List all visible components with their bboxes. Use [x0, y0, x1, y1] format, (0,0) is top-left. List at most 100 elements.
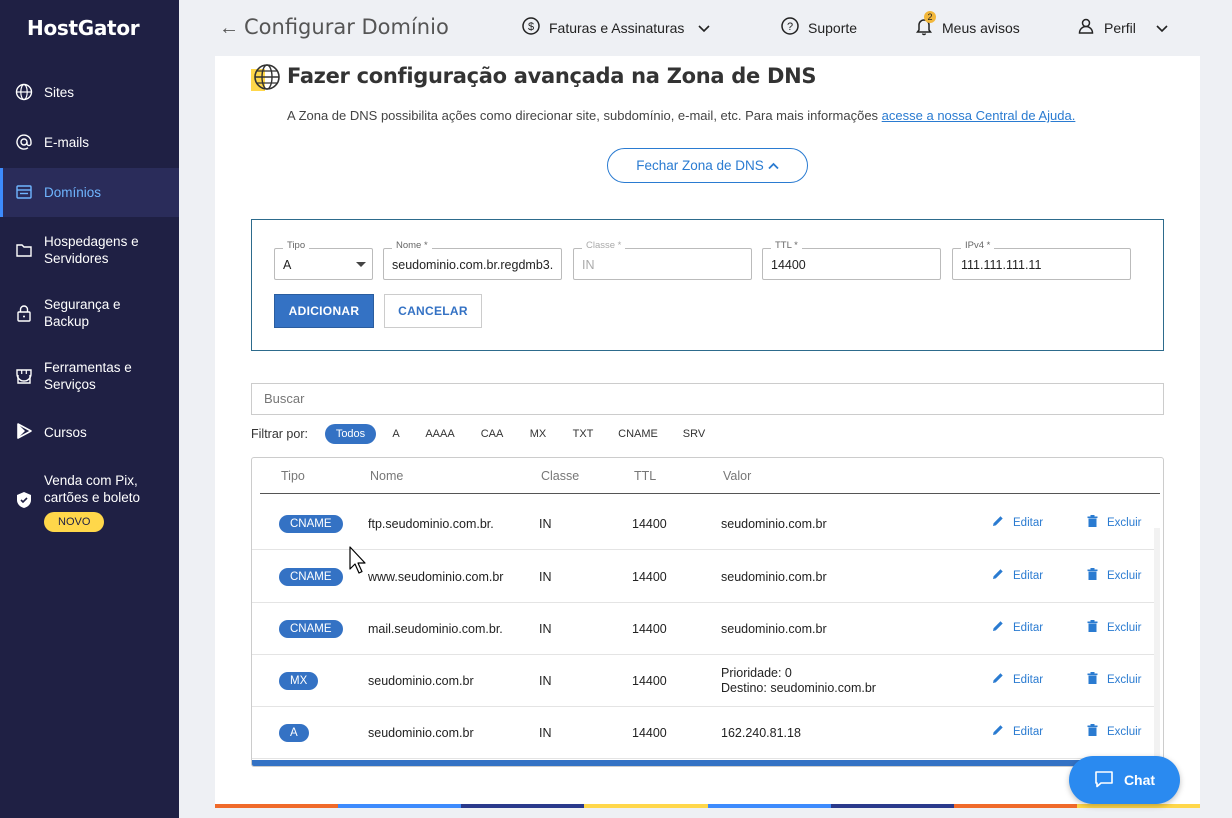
- filter-chip-txt[interactable]: TXT: [567, 424, 599, 444]
- filter-chip-todos[interactable]: Todos: [325, 424, 376, 444]
- ttl-label: TTL *: [771, 240, 802, 251]
- nome-input[interactable]: Nome * seudominio.com.br.regdmb3.: [383, 240, 562, 280]
- dns-records-table: Tipo Nome Classe TTL Valor CNAME ftp.seu…: [251, 457, 1164, 767]
- store-icon: [14, 366, 34, 386]
- delete-button[interactable]: Excluir: [1087, 620, 1142, 635]
- delete-button[interactable]: Excluir: [1087, 568, 1142, 583]
- filter-chip-cname[interactable]: CNAME: [613, 424, 663, 444]
- ipv4-value: 111.111.111.11: [961, 258, 1042, 272]
- profile-menu[interactable]: Perfil: [1076, 16, 1168, 39]
- globe-icon: [251, 63, 280, 91]
- table-row: CNAME ftp.seudominio.com.br. IN 14400 se…: [252, 498, 1156, 550]
- record-ttl: 14400: [632, 622, 667, 636]
- sidebar-item-dominios[interactable]: Domínios: [0, 168, 179, 217]
- sidebar-item-cursos[interactable]: Cursos: [0, 415, 179, 447]
- record-ttl: 14400: [632, 674, 667, 688]
- sidebar-item-label: Sites: [44, 85, 75, 100]
- record-class: IN: [539, 570, 552, 584]
- table-row: CNAME www.seudominio.com.br IN 14400 seu…: [252, 551, 1156, 603]
- chevron-down-icon: [698, 20, 710, 36]
- vertical-scrollbar[interactable]: [1154, 528, 1160, 766]
- classe-value: IN: [582, 258, 595, 272]
- mouse-pointer-icon: [349, 546, 369, 579]
- pencil-icon: [992, 515, 1004, 530]
- at-icon: [14, 132, 34, 152]
- notifications-link[interactable]: 2 Meus avisos: [914, 11, 1020, 39]
- edit-button[interactable]: Editar: [992, 568, 1043, 583]
- filter-chip-aaaa[interactable]: AAAA: [420, 424, 460, 444]
- close-dns-label: Fechar Zona de DNS: [636, 158, 764, 173]
- edit-label: Editar: [1013, 725, 1044, 738]
- sidebar-item-hospedagens[interactable]: Hospedagens e Servidores: [0, 230, 179, 270]
- trash-icon: [1087, 620, 1098, 635]
- dollar-icon: $: [521, 16, 541, 39]
- chat-button[interactable]: Chat: [1069, 756, 1180, 804]
- column-header-ttl: TTL: [634, 469, 657, 483]
- cancel-button[interactable]: CANCELAR: [384, 294, 482, 328]
- user-icon: [1076, 16, 1096, 39]
- filter-chip-srv[interactable]: SRV: [677, 424, 711, 444]
- filter-chip-mx[interactable]: MX: [523, 424, 553, 444]
- edit-button[interactable]: Editar: [992, 724, 1043, 739]
- delete-button[interactable]: Excluir: [1087, 515, 1142, 530]
- decorative-color-bar: [215, 804, 1200, 808]
- record-type-badge: CNAME: [279, 620, 343, 638]
- sidebar-item-sites[interactable]: Sites: [0, 76, 179, 108]
- delete-button[interactable]: Excluir: [1087, 672, 1142, 687]
- table-row: CNAME mail.seudominio.com.br. IN 14400 s…: [252, 603, 1156, 655]
- close-dns-zone-button[interactable]: Fechar Zona de DNS: [607, 148, 808, 183]
- hostgator-logo[interactable]: HostGator: [27, 16, 140, 40]
- horizontal-scrollbar[interactable]: [252, 760, 1163, 766]
- record-name: seudominio.com.br: [368, 674, 474, 688]
- record-name: ftp.seudominio.com.br.: [368, 517, 494, 531]
- sidebar-item-label: Venda com Pix, cartões e boleto: [44, 473, 141, 505]
- column-header-nome: Nome: [370, 469, 404, 483]
- record-name: www.seudominio.com.br: [368, 570, 504, 584]
- delete-label: Excluir: [1107, 673, 1142, 686]
- search-input[interactable]: Buscar: [251, 383, 1164, 415]
- support-link[interactable]: ? Suporte: [780, 16, 857, 39]
- mx-priority: Prioridade: 0: [721, 666, 792, 680]
- notification-count: 2: [924, 11, 936, 23]
- dns-zone-card: Fazer configuração avançada na Zona de D…: [215, 56, 1200, 808]
- ipv4-input[interactable]: IPv4 * 111.111.111.11: [952, 240, 1131, 280]
- edit-button[interactable]: Editar: [992, 672, 1043, 687]
- record-class: IN: [539, 726, 552, 740]
- edit-button[interactable]: Editar: [992, 515, 1043, 530]
- record-class: IN: [539, 674, 552, 688]
- pencil-icon: [992, 568, 1004, 583]
- filter-chip-caa[interactable]: CAA: [475, 424, 509, 444]
- dns-title: Fazer configuração avançada na Zona de D…: [287, 64, 817, 88]
- back-arrow-icon[interactable]: ←: [219, 17, 239, 40]
- record-class: IN: [539, 622, 552, 636]
- svg-text:$: $: [528, 21, 534, 33]
- domain-icon: [14, 182, 34, 202]
- billing-menu[interactable]: $ Faturas e Assinaturas: [521, 16, 710, 39]
- add-button[interactable]: ADICIONAR: [274, 294, 374, 328]
- filter-chip-a[interactable]: A: [386, 424, 406, 444]
- sidebar-item-seguranca[interactable]: Segurança e Backup: [0, 293, 179, 333]
- chevron-up-icon: [768, 158, 779, 173]
- tipo-select[interactable]: Tipo A: [274, 240, 373, 280]
- sidebar-item-label: E-mails: [44, 135, 90, 150]
- classe-label: Classe *: [582, 240, 626, 251]
- record-value: seudominio.com.br: [721, 622, 827, 636]
- record-type-badge: CNAME: [279, 515, 343, 533]
- column-header-classe: Classe: [541, 469, 580, 483]
- table-row: A seudominio.com.br IN 14400 162.240.81.…: [252, 707, 1156, 759]
- pencil-icon: [992, 620, 1004, 635]
- bell-icon: 2: [914, 11, 936, 39]
- edit-button[interactable]: Editar: [992, 620, 1043, 635]
- delete-button[interactable]: Excluir: [1087, 724, 1142, 739]
- sidebar-item-ferramentas[interactable]: Ferramentas e Serviços: [0, 356, 179, 396]
- record-name: seudominio.com.br: [368, 726, 474, 740]
- sidebar-item-emails[interactable]: E-mails: [0, 126, 179, 158]
- record-type-badge: CNAME: [279, 568, 343, 586]
- sidebar-item-label: Domínios: [44, 185, 102, 200]
- help-center-link[interactable]: acesse a nossa Central de Ajuda.: [882, 108, 1076, 123]
- sidebar: HostGator Sites E-mails Domínios Hospeda…: [0, 0, 179, 818]
- pencil-icon: [992, 672, 1004, 687]
- dns-description-text: A Zona de DNS possibilita ações como dir…: [287, 108, 879, 123]
- sidebar-item-venda-pix[interactable]: Venda com Pix, cartões e boleto: [0, 470, 179, 510]
- ttl-input[interactable]: TTL * 14400: [762, 240, 941, 280]
